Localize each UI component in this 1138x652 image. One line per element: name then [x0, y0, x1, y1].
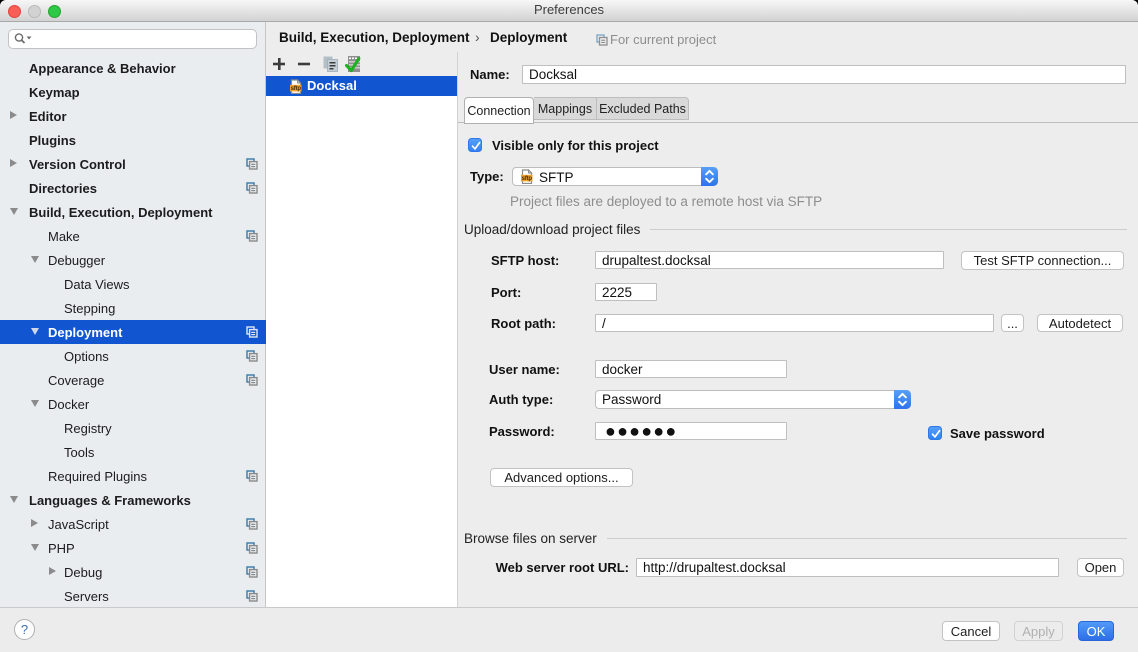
- svg-text:sftp: sftp: [291, 86, 302, 92]
- svg-text:sftp: sftp: [522, 176, 533, 182]
